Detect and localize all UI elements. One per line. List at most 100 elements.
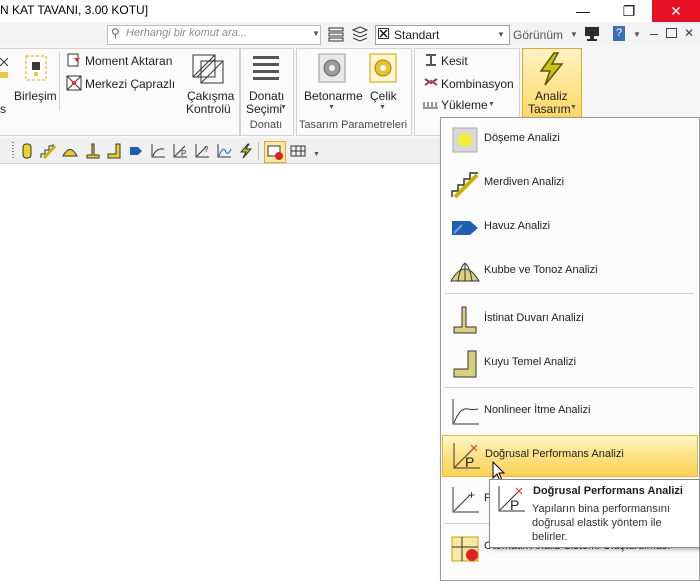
rebar-selection-icon[interactable] bbox=[251, 53, 281, 83]
retaining-tool-icon[interactable] bbox=[85, 143, 101, 159]
section-label[interactable]: Kesit bbox=[441, 54, 468, 68]
stair-icon bbox=[451, 172, 479, 199]
clash-check-label-2[interactable]: Kontrolü bbox=[186, 102, 231, 116]
grid-tool-icon[interactable] bbox=[290, 143, 306, 159]
tooltip-linear-performance-icon: P bbox=[498, 486, 525, 513]
performance-tool-icon[interactable]: P bbox=[172, 143, 188, 159]
pushover-tool-icon[interactable] bbox=[150, 143, 166, 159]
clash-check-icon[interactable] bbox=[191, 53, 225, 85]
dome-tool-icon[interactable] bbox=[62, 143, 78, 159]
ribbon-restore-icon[interactable] bbox=[666, 28, 677, 38]
close-button[interactable]: ✕ bbox=[652, 0, 700, 22]
minimize-button[interactable]: — bbox=[560, 0, 606, 22]
menu-separator bbox=[444, 387, 694, 388]
close-icon: ✕ bbox=[670, 2, 682, 19]
section-icon[interactable] bbox=[424, 53, 438, 67]
steel-chevron-icon[interactable]: ▼ bbox=[379, 104, 386, 111]
toolbar-divider bbox=[258, 142, 259, 160]
restore-button[interactable]: ❐ bbox=[606, 0, 652, 22]
pool-icon bbox=[452, 221, 478, 235]
partial-label: s bbox=[0, 102, 6, 116]
auto-system-tool-icon[interactable] bbox=[264, 141, 286, 163]
help-icon[interactable]: ? bbox=[613, 26, 625, 41]
loading-icon[interactable] bbox=[423, 99, 439, 109]
group-label-tasarim: Tasarım Parametreleri bbox=[298, 119, 408, 131]
rebar-chevron-icon[interactable]: ▼ bbox=[280, 104, 287, 111]
cross-brace-label[interactable]: Merkezi Çaprazlı bbox=[85, 77, 175, 91]
menu-item-retaining-wall[interactable]: İstinat Duvarı Analizi bbox=[442, 300, 696, 340]
lightning-tool-icon[interactable] bbox=[238, 143, 254, 159]
search-icon: ⚲ bbox=[111, 26, 120, 40]
view-chevron-icon[interactable]: ▼ bbox=[570, 30, 578, 39]
menu-item-label: İstinat Duvarı Analizi bbox=[484, 312, 584, 324]
pushover-curve-icon bbox=[452, 399, 479, 425]
combination-label[interactable]: Kombinasyon bbox=[441, 77, 514, 91]
pool-tool-icon[interactable] bbox=[128, 143, 144, 159]
restore-icon: ❐ bbox=[622, 2, 636, 19]
concrete-chevron-icon[interactable]: ▼ bbox=[328, 104, 335, 111]
performance-question-icon: + bbox=[452, 487, 479, 513]
dome-icon bbox=[450, 262, 480, 282]
cross-brace-icon[interactable] bbox=[66, 75, 82, 91]
well-tool-icon[interactable] bbox=[106, 143, 122, 159]
performance-query-tool-icon[interactable]: ? bbox=[194, 143, 210, 159]
checkbox-icon bbox=[378, 28, 389, 39]
minimize-icon: — bbox=[576, 3, 590, 19]
ribbon-minimize-icon[interactable] bbox=[650, 34, 658, 35]
menu-item-label: Kuyu Temel Analizi bbox=[484, 356, 577, 368]
combination-icon[interactable] bbox=[424, 75, 438, 89]
loading-chevron-icon[interactable]: ▼ bbox=[488, 101, 495, 108]
menu-item-label: Nonlineer İtme Analizi bbox=[484, 404, 591, 416]
stair-tool-icon[interactable] bbox=[40, 143, 56, 159]
menu-item-dome[interactable]: Kubbe ve Tonoz Analizi bbox=[442, 252, 696, 292]
moment-connection-label[interactable]: Moment Aktaran bbox=[85, 54, 172, 68]
clash-check-label-1[interactable]: Çakışma bbox=[187, 89, 234, 103]
ribbon-divider bbox=[59, 52, 60, 110]
toolbar-overflow-icon[interactable]: ▼ bbox=[313, 151, 320, 158]
style-chevron-icon[interactable]: ▼ bbox=[497, 30, 505, 39]
curve-tool-icon[interactable] bbox=[216, 143, 232, 159]
joint-icon[interactable] bbox=[20, 52, 52, 84]
tooltip-title: Doğrusal Performans Analizi bbox=[533, 485, 683, 497]
chevron-down-icon[interactable]: ▼ bbox=[312, 29, 320, 38]
retaining-wall-icon bbox=[453, 306, 477, 334]
analysis-design-label-2: Tasarım bbox=[528, 102, 571, 116]
menu-item-slab[interactable]: Döşeme Analizi bbox=[442, 120, 696, 160]
menu-item-pool[interactable]: Havuz Analizi bbox=[442, 208, 696, 248]
rebar-selection-label-1[interactable]: Donatı bbox=[249, 89, 284, 103]
menu-item-pushover[interactable]: Nonlineer İtme Analizi bbox=[442, 392, 696, 432]
ribbon-close-icon[interactable]: ✕ bbox=[684, 26, 694, 40]
moment-connection-icon[interactable] bbox=[66, 52, 82, 68]
rebar-selection-label-2[interactable]: Seçimi bbox=[246, 102, 282, 116]
loading-label[interactable]: Yükleme bbox=[441, 98, 488, 112]
toolbar-grip[interactable] bbox=[12, 142, 14, 160]
menu-item-label: Doğrusal Performans Analizi bbox=[485, 448, 624, 460]
analysis-design-chevron-icon: ▼ bbox=[570, 104, 577, 111]
tooltip-body-line-1: Yapıların bina performansını bbox=[532, 503, 670, 515]
concrete-label[interactable]: Betonarme bbox=[304, 89, 363, 103]
help-chevron-icon[interactable]: ▼ bbox=[633, 30, 641, 39]
svg-text:P: P bbox=[510, 497, 519, 513]
concrete-settings-icon[interactable] bbox=[317, 52, 347, 84]
window-title: N KAT TAVANI, 3.00 KOTU] bbox=[0, 3, 149, 17]
lightning-icon bbox=[539, 52, 564, 86]
svg-text:+: + bbox=[468, 488, 475, 502]
well-foundation-icon bbox=[453, 350, 477, 378]
menu-item-label: Merdiven Analizi bbox=[484, 176, 565, 188]
menu-separator bbox=[444, 293, 694, 294]
column-icon[interactable] bbox=[19, 143, 35, 159]
network-icon[interactable] bbox=[584, 26, 600, 42]
partial-tool-icon[interactable] bbox=[0, 54, 12, 84]
joint-label[interactable]: Birleşim bbox=[14, 89, 57, 103]
style-value: Standart bbox=[394, 28, 440, 42]
layers-icon[interactable] bbox=[327, 26, 345, 42]
menu-item-stair[interactable]: Merdiven Analizi bbox=[442, 164, 696, 204]
auto-analysis-icon bbox=[451, 536, 479, 562]
search-placeholder: Herhangi bir komut ara... bbox=[126, 27, 248, 39]
view-menu[interactable]: Görünüm bbox=[513, 28, 563, 42]
menu-item-linear-performance[interactable]: P Doğrusal Performans Analizi bbox=[442, 435, 698, 477]
steel-label[interactable]: Çelik bbox=[370, 89, 397, 103]
steel-settings-icon[interactable] bbox=[368, 52, 398, 84]
layers-copy-icon[interactable] bbox=[351, 26, 369, 42]
menu-item-well-foundation[interactable]: Kuyu Temel Analizi bbox=[442, 344, 696, 384]
